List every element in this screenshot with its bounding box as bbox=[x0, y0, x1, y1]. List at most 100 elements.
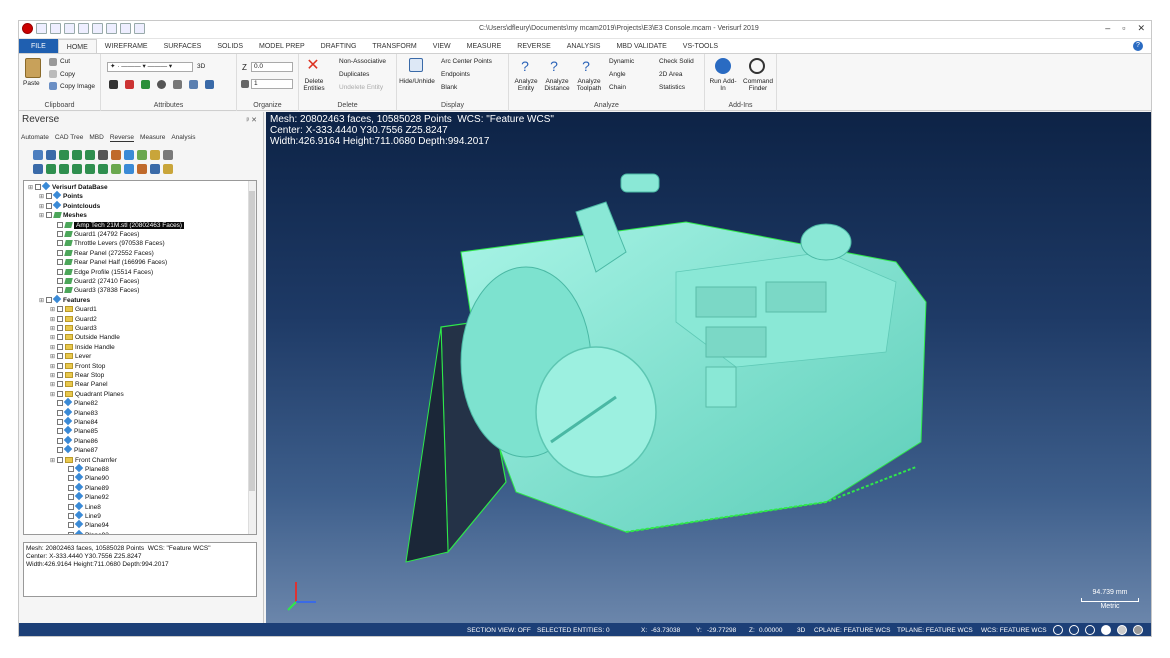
globe-icon[interactable] bbox=[1053, 625, 1063, 635]
hide-unhide-icon[interactable] bbox=[409, 58, 423, 72]
tab-solids[interactable]: SOLIDS bbox=[209, 39, 251, 53]
tree-node[interactable]: Amp Tech 21M.stl (20802463 Faces) bbox=[50, 221, 185, 230]
tree-node[interactable]: Rear Panel Half (166996 Faces) bbox=[50, 258, 167, 267]
visibility-checkbox[interactable] bbox=[57, 428, 63, 435]
tool-icon[interactable] bbox=[98, 164, 108, 174]
line-style-dropdown[interactable]: ✦ · ——— ▾ ——— ▾ bbox=[107, 62, 193, 72]
tree-node[interactable]: ⊞ Front Stop bbox=[50, 362, 105, 371]
tree-node[interactable]: ⊞ Points bbox=[39, 191, 83, 201]
hide-unhide-button[interactable]: Hide/Unhide bbox=[397, 78, 437, 85]
shading-icon[interactable] bbox=[1101, 625, 1111, 635]
tree-node[interactable]: Throttle Levers (970538 Faces) bbox=[50, 239, 165, 248]
dynamic-button[interactable]: Dynamic bbox=[609, 58, 634, 65]
chain-button[interactable]: Chain bbox=[609, 84, 626, 91]
point-style-icon[interactable] bbox=[109, 80, 118, 89]
tree-node[interactable]: ⊞ Guard2 bbox=[50, 315, 97, 324]
visibility-checkbox[interactable] bbox=[57, 372, 63, 378]
help-icon[interactable]: ? bbox=[1133, 41, 1143, 51]
minimize-button[interactable]: – bbox=[1105, 23, 1110, 34]
line-color-icon[interactable] bbox=[125, 80, 134, 89]
set-all-icon[interactable] bbox=[189, 80, 198, 89]
control-knob[interactable] bbox=[800, 223, 852, 261]
mode-label[interactable]: 3D bbox=[197, 63, 205, 70]
tree-node[interactable]: Line9 bbox=[61, 510, 101, 521]
analyze-entity-button[interactable]: Analyze Entity bbox=[511, 78, 541, 92]
lever-handle[interactable] bbox=[620, 173, 660, 193]
visibility-checkbox[interactable] bbox=[57, 334, 63, 341]
tool-icon[interactable] bbox=[150, 164, 160, 174]
copy-image-button[interactable]: Copy Image bbox=[60, 83, 95, 90]
visibility-checkbox[interactable] bbox=[57, 249, 63, 256]
visibility-checkbox[interactable] bbox=[57, 456, 63, 463]
tab-analysis[interactable]: ANALYSIS bbox=[559, 39, 609, 53]
visibility-checkbox[interactable] bbox=[68, 466, 74, 472]
visibility-checkbox[interactable] bbox=[57, 447, 63, 454]
tree-node[interactable]: ⊞ Guard1 bbox=[50, 305, 97, 314]
tree-node[interactable]: Plane93 bbox=[61, 529, 109, 534]
tab-surfaces[interactable]: SURFACES bbox=[156, 39, 210, 53]
tab-vs-tools[interactable]: VS-TOOLS bbox=[675, 39, 726, 53]
tab-model-prep[interactable]: MODEL PREP bbox=[251, 39, 313, 53]
duplicates-button[interactable]: Duplicates bbox=[339, 71, 369, 78]
surface-color-icon[interactable] bbox=[141, 80, 150, 89]
undo-icon[interactable] bbox=[106, 23, 117, 34]
visibility-checkbox[interactable] bbox=[57, 240, 63, 247]
paste-icon[interactable] bbox=[25, 58, 41, 78]
material-icon[interactable] bbox=[173, 80, 182, 89]
tree-node[interactable]: Rear Panel (272552 Faces) bbox=[50, 249, 154, 258]
tree-node[interactable]: ⊞ Quadrant Planes bbox=[50, 390, 124, 399]
visibility-checkbox[interactable] bbox=[57, 409, 63, 416]
database-tree[interactable]: ⊞ Verisurf DataBase ⊞ Points ⊞ Pointclouds ⊞ Me… bbox=[23, 180, 257, 535]
tree-node[interactable]: ⊞ Rear Stop bbox=[50, 371, 104, 380]
tool-icon[interactable] bbox=[85, 150, 95, 160]
visibility-checkbox[interactable] bbox=[35, 184, 41, 190]
tree-node[interactable]: Plane85 bbox=[50, 426, 98, 436]
tree-node[interactable]: ⊞ Front Chamfer bbox=[50, 456, 117, 465]
tool-icon[interactable] bbox=[98, 150, 108, 160]
tree-node[interactable]: ⊞ Verisurf DataBase bbox=[28, 181, 108, 192]
angle-button[interactable]: Angle bbox=[609, 71, 626, 78]
tree-node[interactable]: Plane90 bbox=[61, 473, 109, 483]
view-mode[interactable]: 3D bbox=[797, 623, 805, 636]
select-icon[interactable] bbox=[134, 23, 145, 34]
cut-button[interactable]: Cut bbox=[60, 58, 70, 65]
level-input[interactable]: 1 bbox=[251, 79, 293, 89]
tool-icon[interactable] bbox=[111, 150, 121, 160]
cplane-status[interactable]: CPLANE: FEATURE WCS bbox=[814, 623, 890, 636]
paste-button[interactable]: Paste bbox=[23, 80, 40, 87]
tool-icon[interactable] bbox=[137, 164, 147, 174]
tool-icon[interactable] bbox=[85, 164, 95, 174]
tree-node[interactable]: Plane89 bbox=[61, 482, 109, 493]
save-as-icon[interactable] bbox=[92, 23, 103, 34]
tree-node[interactable]: Plane94 bbox=[61, 520, 109, 530]
tool-icon[interactable] bbox=[124, 164, 134, 174]
tree-node[interactable]: Plane87 bbox=[50, 444, 98, 455]
chamfer-side[interactable] bbox=[405, 326, 449, 563]
print-icon[interactable] bbox=[78, 23, 89, 34]
non-associative-button[interactable]: Non-Associative bbox=[339, 58, 386, 65]
tree-node[interactable]: ⊞ Inside Handle bbox=[50, 343, 115, 352]
visibility-checkbox[interactable] bbox=[57, 400, 63, 407]
analyze-toolpath-button[interactable]: Analyze Toolpath bbox=[573, 78, 605, 92]
panel-tab-reverse[interactable]: Reverse bbox=[109, 134, 135, 142]
visibility-checkbox[interactable] bbox=[57, 221, 63, 228]
globe-icon[interactable] bbox=[1069, 625, 1079, 635]
redo-icon[interactable] bbox=[120, 23, 131, 34]
visibility-checkbox[interactable] bbox=[68, 522, 74, 529]
tree-node[interactable]: Guard1 (24792 Faces) bbox=[50, 230, 139, 239]
tab-drafting[interactable]: DRAFTING bbox=[313, 39, 365, 53]
tool-icon[interactable] bbox=[59, 150, 69, 160]
2d-area-button[interactable]: 2D Area bbox=[659, 71, 683, 78]
app-logo-icon[interactable] bbox=[22, 23, 33, 34]
panel-tab-cad-tree[interactable]: CAD Tree bbox=[55, 134, 84, 142]
tree-node[interactable]: Guard3 (37838 Faces) bbox=[50, 286, 139, 295]
tree-node[interactable]: ⊞ Outside Handle bbox=[50, 333, 120, 342]
command-finder-icon[interactable] bbox=[749, 58, 765, 74]
visibility-checkbox[interactable] bbox=[57, 259, 63, 266]
visibility-checkbox[interactable] bbox=[57, 268, 63, 275]
panel-tab-analysis[interactable]: Analysis bbox=[171, 134, 195, 142]
visibility-checkbox[interactable] bbox=[46, 296, 52, 303]
delete-x-icon[interactable]: ✕ bbox=[306, 58, 320, 74]
tool-icon[interactable] bbox=[150, 150, 160, 160]
panel-tab-automate[interactable]: Automate bbox=[21, 134, 49, 142]
